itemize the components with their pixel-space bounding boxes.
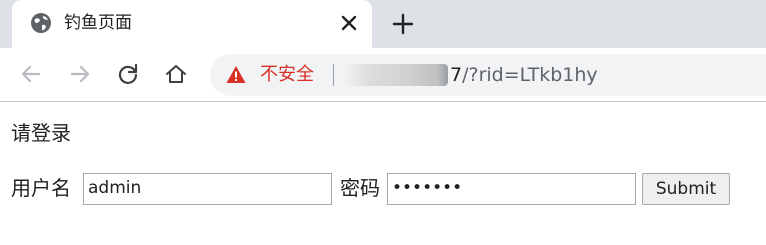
username-field[interactable]: admin [83, 173, 332, 205]
reload-icon[interactable] [115, 61, 141, 87]
url-text[interactable]: 7/?rid=LTkb1hy [450, 62, 598, 88]
redacted-url-host [344, 64, 448, 86]
password-label: 密码 [340, 176, 380, 200]
omnibox-divider [333, 64, 334, 86]
globe-icon [30, 12, 52, 34]
back-icon[interactable] [18, 61, 44, 87]
submit-button[interactable]: Submit [642, 173, 730, 205]
security-status-label[interactable]: 不安全 [260, 62, 314, 88]
url-host-end: 7 [450, 64, 463, 86]
tab-title: 钓鱼页面 [64, 13, 132, 33]
page-content: 请登录 用户名 admin 密码 ••••••• Submit [0, 103, 766, 245]
home-icon[interactable] [163, 61, 189, 87]
password-field[interactable]: ••••••• [387, 173, 636, 205]
url-path: /?rid=LTkb1hy [462, 64, 598, 86]
plus-icon[interactable] [390, 11, 416, 37]
browser-toolbar: 不安全 7/?rid=LTkb1hy [0, 48, 766, 102]
warning-triangle-icon[interactable] [226, 65, 246, 85]
active-tab[interactable]: 钓鱼页面 [12, 0, 372, 48]
username-label: 用户名 [11, 176, 71, 200]
forward-icon[interactable] [67, 61, 93, 87]
close-icon[interactable] [337, 11, 361, 35]
tab-strip: 钓鱼页面 [0, 0, 766, 48]
address-bar[interactable]: 不安全 7/?rid=LTkb1hy [210, 54, 766, 96]
page-title: 请登录 [11, 121, 71, 145]
